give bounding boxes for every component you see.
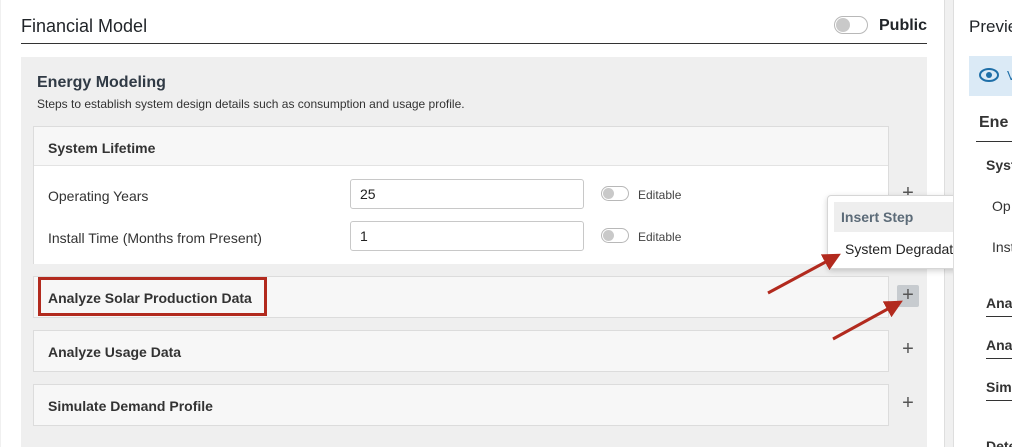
preview-panel: Previe V Ene Syst Op Inst Ana Ana Simu D… [953,0,1012,447]
preview-row: Dete [986,438,1012,447]
arrow-to-popup [767,253,841,295]
preview-section-label: Ene [979,114,1009,131]
arrow-to-plus [832,300,903,341]
preview-divider [986,400,1012,401]
preview-row: Ana [986,295,1012,311]
eye-icon [979,68,999,82]
preview-banner: V [969,56,1012,96]
preview-row: Op [992,198,1011,214]
preview-row: Simu [986,379,1012,395]
preview-row: Inst [992,239,1012,255]
preview-banner-text: V [1007,68,1012,83]
annotation-arrows [767,253,903,341]
preview-row: Ana [986,337,1012,353]
preview-row: Syst [986,157,1012,173]
preview-divider [986,358,1012,359]
preview-divider [976,141,1012,142]
preview-divider [986,316,1012,317]
preview-title: Previe [969,17,1012,36]
